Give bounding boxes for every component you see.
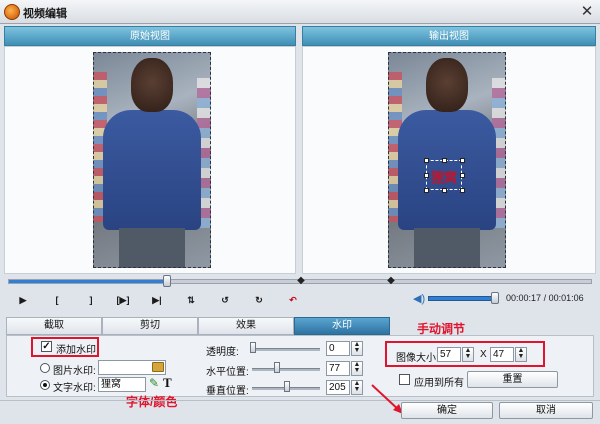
time-total: 00:01:06 [548,293,584,303]
image-watermark-radio[interactable] [40,363,50,373]
font-color-pen-icon[interactable]: ✎ [149,376,159,390]
footer-divider [0,400,600,401]
image-watermark-label: 图片水印: [53,366,96,377]
ok-button[interactable]: 确定 [401,402,493,419]
close-button[interactable]: ✕ [578,3,596,21]
image-height-value[interactable]: 47 [490,347,514,362]
undo-button[interactable]: ↶ [282,292,304,308]
output-view-header: 输出视图 [302,26,596,46]
play-button[interactable]: ▶ [12,292,34,308]
horizontal-position-slider[interactable] [252,368,320,371]
horizontal-position-thumb[interactable] [274,362,280,373]
mark-out-button[interactable]: ] [80,292,102,308]
original-video-frame [93,52,211,268]
rotate-left-button[interactable]: ↺ [214,292,236,308]
time-display: 00:00:17 / 00:01:06 [506,293,584,303]
image-width-value[interactable]: 57 [437,347,461,362]
vertical-position-thumb[interactable] [284,381,290,392]
time-current: 00:00:17 [506,293,542,303]
text-watermark-label: 文字水印: [53,383,96,394]
add-watermark-checkbox[interactable]: ✓ [41,341,52,352]
font-style-icon[interactable]: T [163,375,172,391]
flip-vertical-button[interactable]: ⇅ [180,292,202,308]
reset-button[interactable]: 重置 [467,371,558,388]
add-watermark-label: 添加水印 [56,345,96,356]
volume-icon[interactable]: ◀) [413,292,425,306]
folder-icon[interactable] [152,362,164,372]
annotation-font-color: 字体/颜色 [126,395,178,409]
play-segment-button[interactable]: [▶] [112,292,134,308]
horizontal-position-value[interactable]: 77 [326,361,350,376]
timeline-thumb[interactable] [162,275,171,287]
volume-thumb[interactable] [490,292,499,304]
opacity-value[interactable]: 0 [326,341,350,356]
tab-watermark[interactable]: 水印 [294,317,390,335]
image-height-spinner[interactable]: ▲ ▼ [515,347,527,362]
app-icon [4,4,20,20]
volume-slider[interactable] [428,296,498,301]
image-size-label: 图像大小: [396,353,439,364]
mark-in-button[interactable]: [ [46,292,68,308]
mark-in-marker[interactable]: ◆ [297,274,305,288]
vertical-position-spinner[interactable]: ▲ ▼ [351,380,363,395]
text-watermark-radio[interactable] [40,380,50,390]
vertical-position-value[interactable]: 205 [326,380,350,395]
title-bar: 视频编辑 ✕ [0,0,600,24]
rotate-right-button[interactable]: ↻ [248,292,270,308]
image-width-spinner[interactable]: ▲ ▼ [462,347,474,362]
window-title: 视频编辑 [23,8,67,20]
apply-to-all-label: 应用到所有 [414,378,464,389]
tab-trim[interactable]: 截取 [6,317,102,335]
timeline-progress [9,280,167,283]
output-video-frame: 狸窝 [388,52,506,268]
tab-crop[interactable]: 剪切 [102,317,198,335]
mark-out-marker[interactable]: ◆ [387,274,395,288]
skip-end-button[interactable]: ▶| [146,292,168,308]
original-view-header: 原始视图 [4,26,296,46]
opacity-slider[interactable] [252,348,320,351]
opacity-spinner[interactable]: ▲ ▼ [351,341,363,356]
time-separator: / [543,293,547,303]
tab-effects[interactable]: 效果 [198,317,294,335]
vertical-position-label: 垂直位置: [206,386,249,397]
size-separator: X [480,349,487,360]
text-watermark-input[interactable]: 狸窝 [98,377,146,392]
cancel-button[interactable]: 取消 [499,402,593,419]
tab-bar: 截取 剪切 效果 水印 [6,317,594,335]
horizontal-position-label: 水平位置: [206,367,249,378]
opacity-label: 透明度: [206,347,239,358]
horizontal-position-spinner[interactable]: ▲ ▼ [351,361,363,376]
opacity-thumb[interactable] [250,342,256,353]
timeline-track[interactable]: ◆ ◆ [8,275,592,287]
